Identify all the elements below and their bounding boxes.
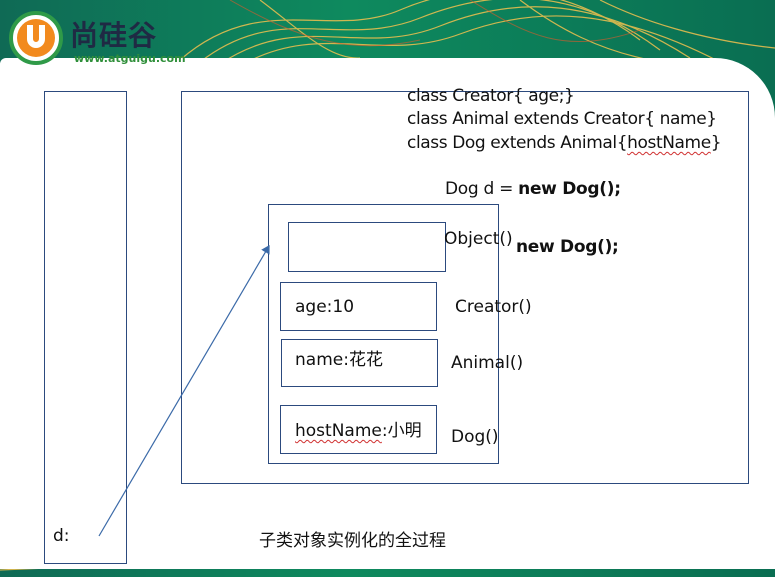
code-line-animal: class Animal extends Creator{ name} [407,109,717,129]
logo-url: www.atguigu.com [74,52,186,65]
stack-variable-label: d: [53,526,70,546]
hostname-field: hostName:小明 [295,416,422,441]
logo-u-icon [9,11,63,65]
hostname-field-key: hostName [295,421,382,441]
new-dog-label: new Dog(); [516,237,619,257]
code-line-dog: class Dog extends Animal{hostName} [407,133,722,153]
code-statement-prefix: Dog d = [445,179,519,199]
code-statement: Dog d = new Dog(); [445,179,621,199]
hostname-field-value: :小明 [381,421,422,441]
object-layer-box [288,222,446,272]
creator-constructor-label: Creator() [455,297,532,317]
logo-text: 尚硅谷 [70,19,158,52]
object-constructor-label: Object() [444,229,513,249]
diagram-caption: 子类对象实例化的全过程 [259,531,446,551]
name-field: name:花花 [295,350,383,370]
age-field: age:10 [295,297,355,317]
code-line-creator: class Creator{ age;} [407,86,575,106]
code-line-dog-prefix: class Dog extends Animal{ [407,133,628,153]
code-statement-new: new Dog(); [518,179,621,199]
stack-box [44,91,127,564]
dog-constructor-label: Dog() [451,427,499,447]
animal-constructor-label: Animal() [451,353,524,373]
code-line-dog-suffix: } [710,133,722,153]
code-line-dog-hostname: hostName [627,133,711,153]
